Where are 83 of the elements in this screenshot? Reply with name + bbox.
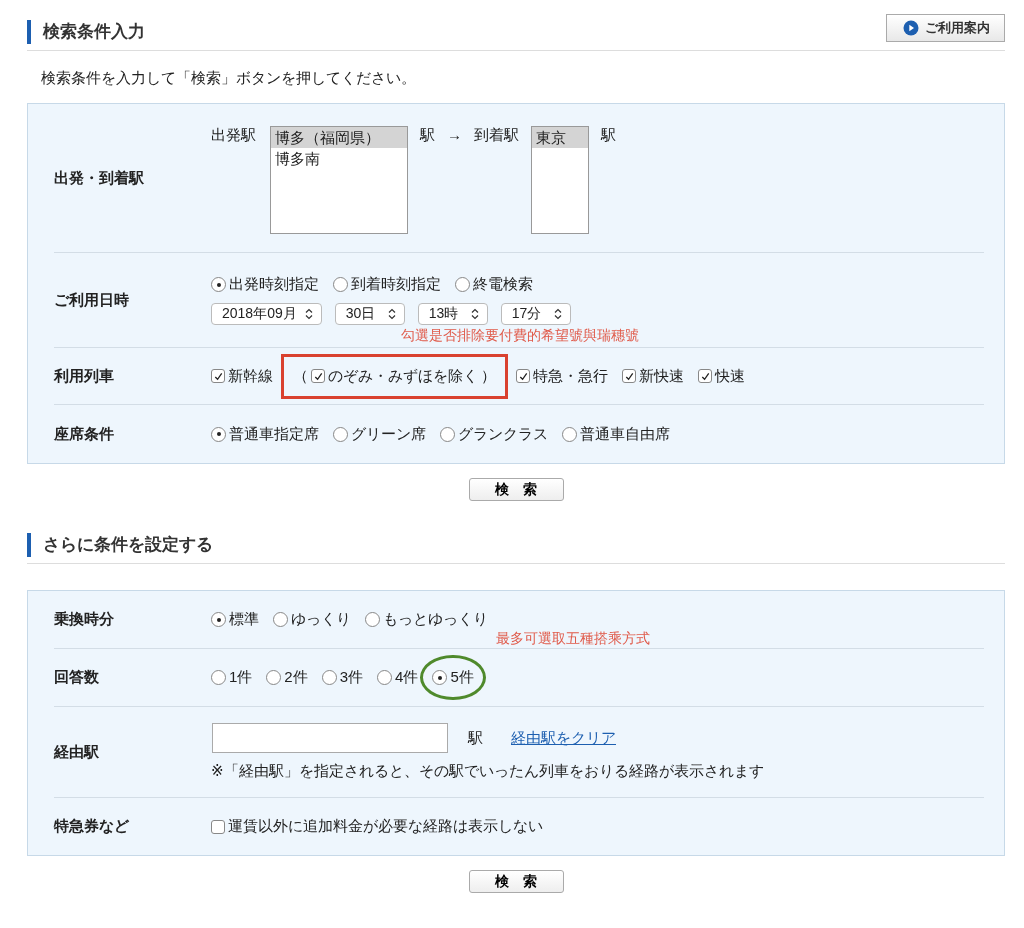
search-button[interactable]: 検 索 [468,478,564,501]
row-label: ご利用日時 [54,290,130,310]
option-label: のぞみ・みずほを除く [328,366,478,386]
radio-button[interactable] [273,612,288,627]
row-label: 特急券など [54,817,130,836]
radio-button[interactable] [562,426,577,442]
instruction-text: 検索条件を入力して「検索」ボタンを押してください。 [41,69,417,88]
option-label: 新快速 [639,366,684,386]
updown-icon [470,308,479,320]
list-option[interactable]: 東京 [532,127,588,148]
annotation-note: 勾選是否排除要付費的希望號與瑞穗號 [401,326,639,345]
checkbox[interactable] [311,369,325,383]
option-label: 3件 [339,668,364,687]
paren-text: （ [293,366,308,386]
checkbox[interactable] [698,369,712,383]
updown-icon [553,308,562,320]
row-label: 乗換時分 [54,610,115,629]
clear-link[interactable]: 経由駅をクリア [511,728,616,748]
option-label: 5件 [450,668,474,687]
option-label: 運賃以外に追加料金が必要な経路は表示しない [228,817,543,836]
option-label: もっとゆっくり [383,610,488,629]
option-label: 4件 [395,668,419,687]
dropdown[interactable]: 17分 [500,303,571,325]
station-suffix: 駅 [420,126,435,145]
radio-button[interactable] [211,612,226,627]
option-label: 2件 [284,668,308,687]
station-list[interactable]: 東京 [531,126,589,234]
row-label: 回答数 [54,668,100,687]
radio-button[interactable] [440,426,455,442]
list-option[interactable]: 博多（福岡県） [271,127,407,148]
radio-button[interactable] [432,670,448,685]
radio-button[interactable] [333,277,348,292]
option-label: 新幹線 [228,366,273,386]
via-station-field[interactable] [212,723,448,753]
radio-button[interactable] [321,670,337,685]
radio-button[interactable] [333,426,348,442]
checkbox[interactable] [622,369,636,383]
row-label: 経由駅 [54,742,100,762]
field-label: 到着駅 [474,126,519,145]
option-label: 1件 [229,668,253,687]
row-label: 利用列車 [54,366,115,386]
option-label: ゆっくり [291,610,351,629]
option-label: 特急・急行 [533,366,608,386]
option-label: 標準 [229,610,259,629]
section-title: さらに条件を設定する [27,533,213,557]
option-label: 普通車自由席 [580,424,670,444]
radio-button[interactable] [211,426,226,442]
station-suffix: 駅 [468,728,483,748]
dropdown[interactable]: 30日 [334,303,405,325]
paren-text: ） [481,366,496,386]
radio-button[interactable] [365,612,380,627]
option-label: グリーン席 [351,424,426,444]
dropdown[interactable]: 13時 [417,303,488,325]
radio-button[interactable] [266,670,282,685]
updown-icon [304,308,313,320]
row-label: 座席条件 [54,424,115,444]
station-list[interactable]: 博多（福岡県） 博多南 [270,126,408,234]
option-label: グランクラス [458,424,548,444]
field-label: 出発駅 [211,126,256,145]
checkbox[interactable] [211,369,225,383]
dropdown[interactable]: 2018年09月 [211,303,322,325]
radio-button[interactable] [211,277,226,292]
checkbox[interactable] [516,369,530,383]
annotation-note: 最多可選取五種搭乘方式 [496,630,651,648]
arrow-text: → [447,126,462,143]
play-icon [903,20,919,36]
option-label: 到着時刻指定 [351,275,441,294]
radio-button[interactable] [377,670,393,685]
help-button[interactable]: ご利用案内 [886,14,1005,42]
updown-icon [387,308,396,320]
row-label: 出発・到着駅 [54,168,145,188]
search-button[interactable]: 検 索 [468,870,564,893]
section-title: 検索条件入力 [27,20,145,44]
radio-button[interactable] [455,277,470,292]
option-label: 出発時刻指定 [229,275,319,294]
checkbox[interactable] [211,819,225,834]
option-label: 終電検索 [473,275,533,294]
hint-text: ※「経由駅」を指定されると、その駅でいったん列車をおりる経路が表示されます [211,762,765,781]
list-option[interactable]: 博多南 [271,148,407,169]
radio-button[interactable] [211,670,226,685]
option-label: 快速 [715,366,745,386]
station-suffix: 駅 [601,126,616,145]
option-label: 普通車指定席 [229,424,319,444]
